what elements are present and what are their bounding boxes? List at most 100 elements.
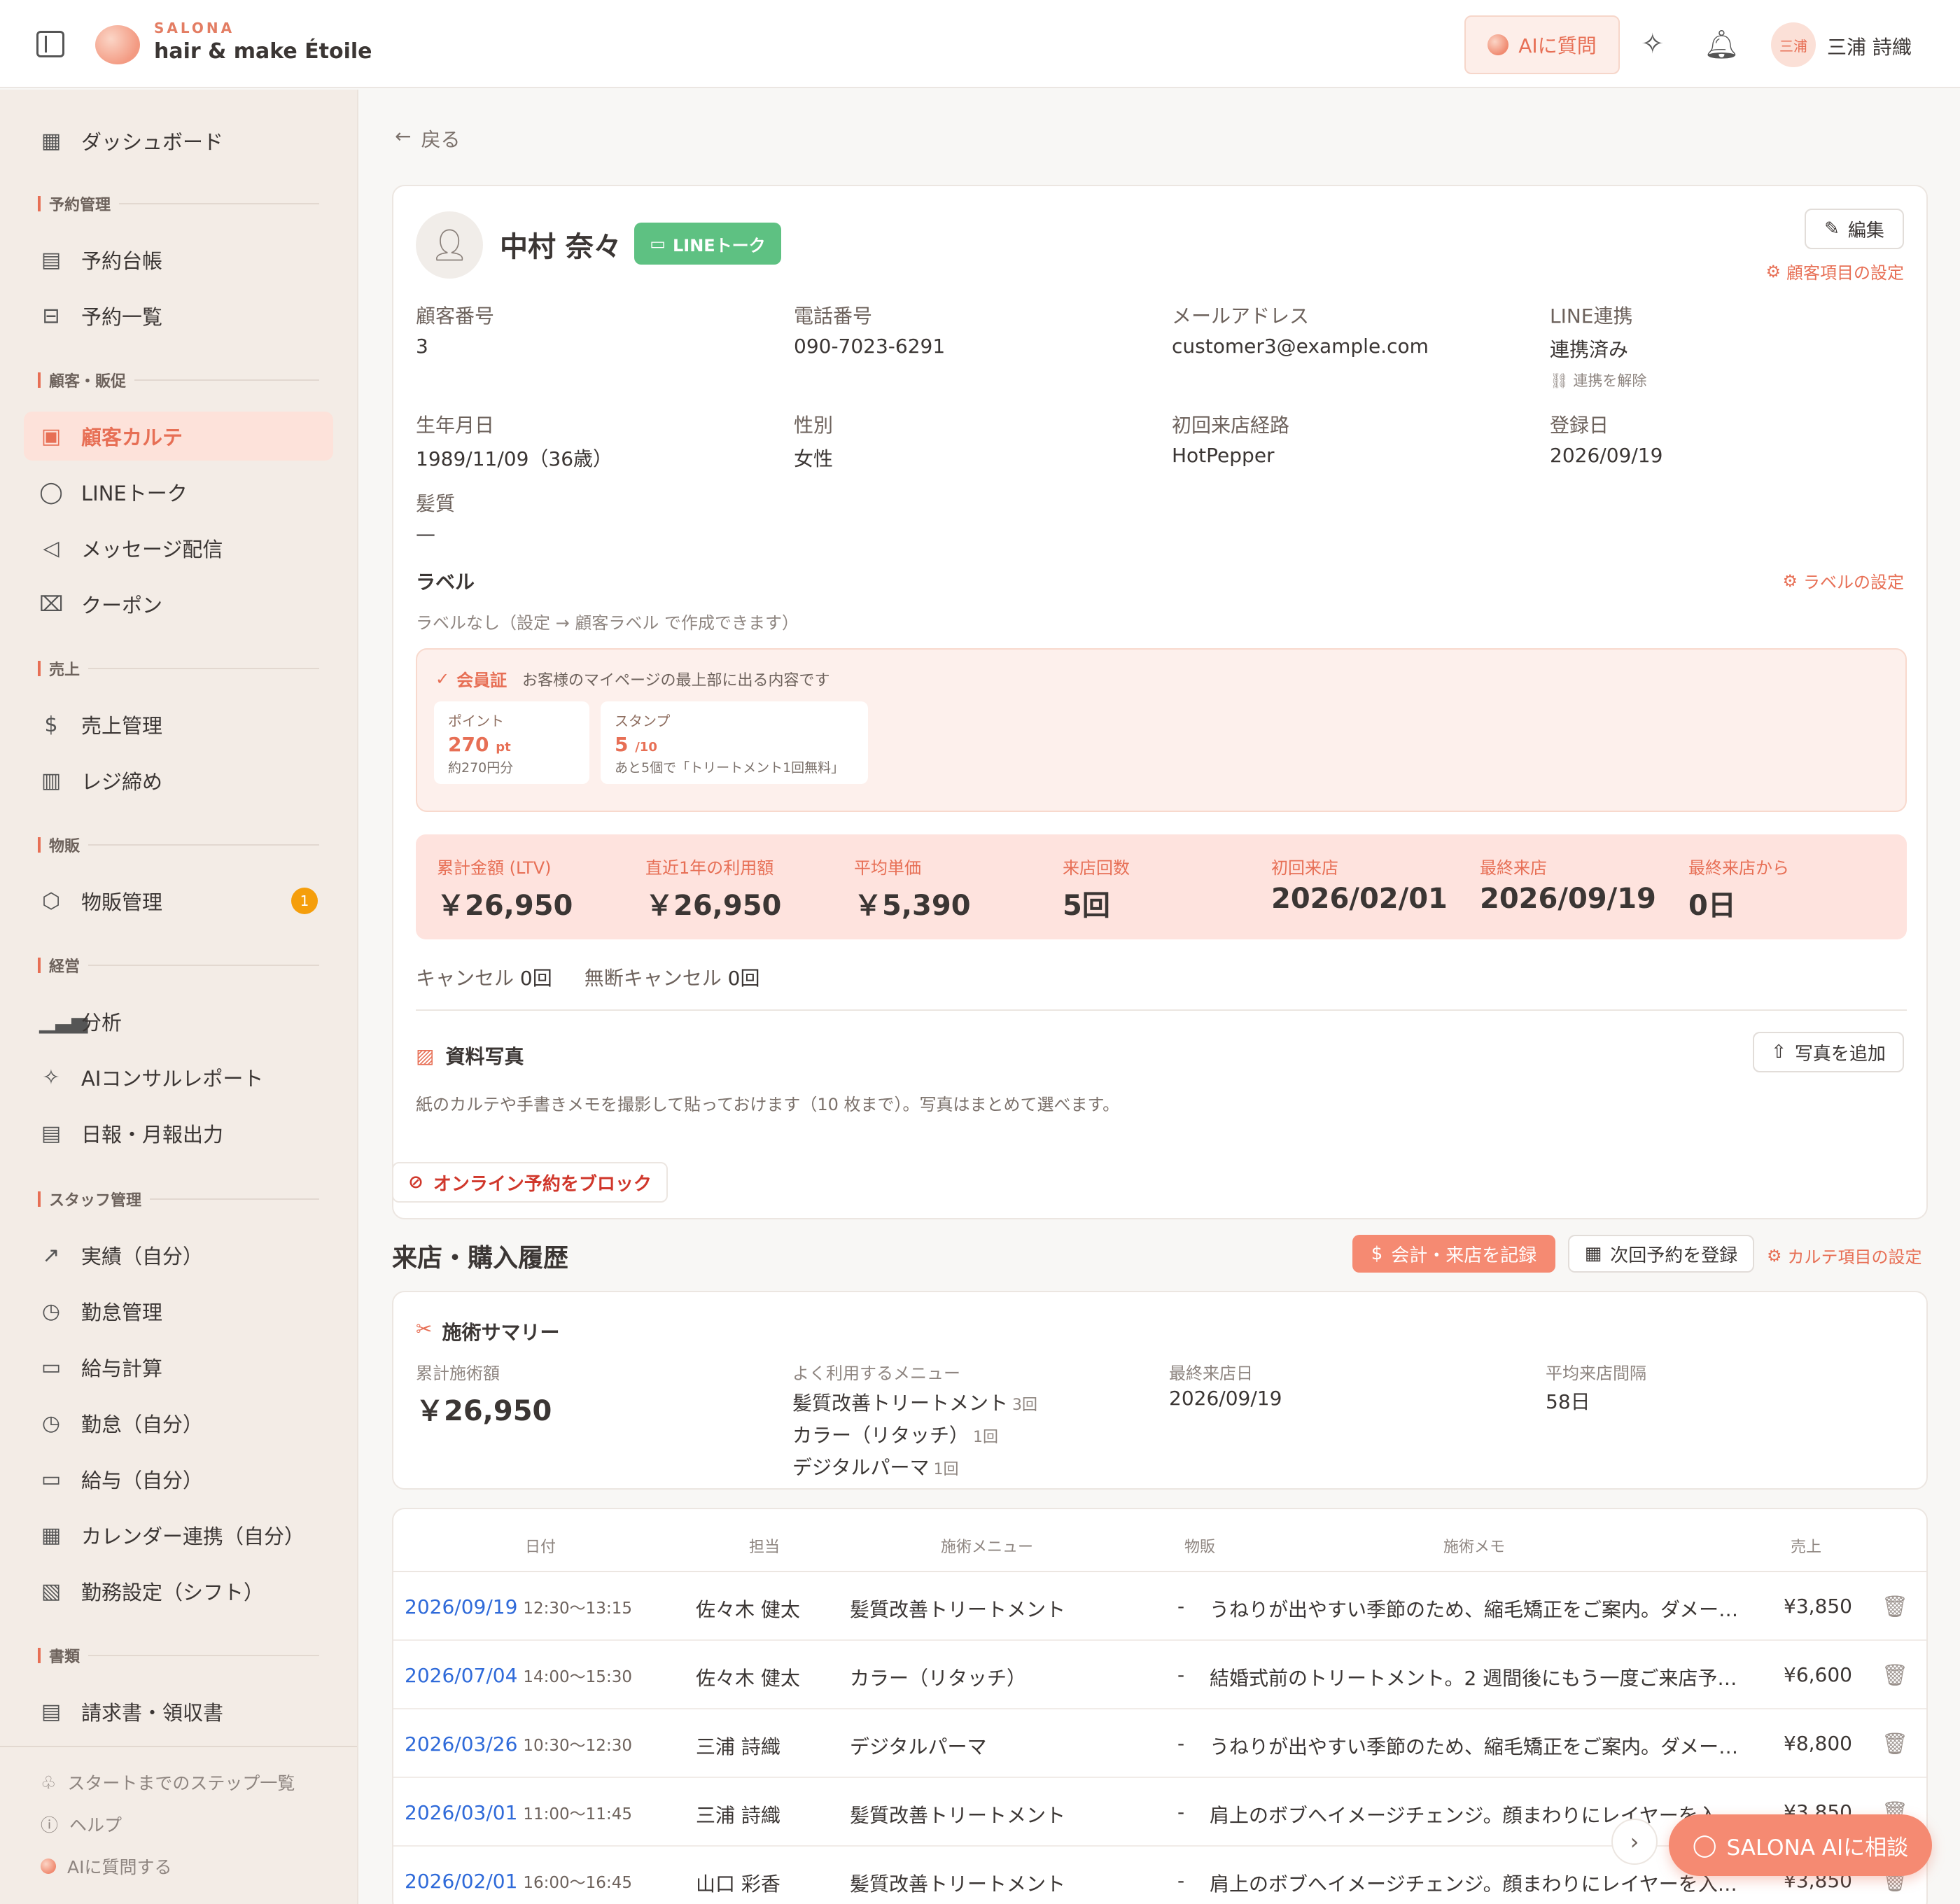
sidebar-item-label: 給与（自分）: [81, 1469, 204, 1492]
sidebar-item-customer-karte[interactable]: ▣ 顧客カルテ: [24, 412, 333, 461]
sidebar-item-payroll[interactable]: ▭ 給与計算: [24, 1343, 333, 1392]
sparkles-icon[interactable]: ✧: [1641, 28, 1665, 60]
block-online-reservation-button[interactable]: ⊘ オンライン予約をブロック: [392, 1162, 668, 1203]
row-sales: ¥8,800: [1784, 1732, 1852, 1755]
membership-desc: お客様のマイページの最上部に出る内容です: [522, 672, 830, 690]
sidebar-item-work-settings[interactable]: ▧ 勤務設定（シフト）: [24, 1567, 333, 1616]
trash-icon[interactable]: 🗑︎: [1882, 1595, 1908, 1619]
bell-icon[interactable]: 🔔︎: [1704, 28, 1740, 61]
table-row[interactable]: 2026/03/26 10:30〜12:30 三浦 詩織 デジタルパーマ - うね…: [393, 1709, 1926, 1778]
photo-desc: 紙のカルテや手書きメモを撮影して貼っておけます（10 枚まで）。写真はまとめて選…: [416, 1095, 1120, 1114]
column-header-date: 日付: [525, 1539, 556, 1556]
karte-settings-link[interactable]: ⚙ カルテ項目の設定: [1767, 1243, 1922, 1268]
row-date-link[interactable]: 2026/09/19 12:30〜13:15: [405, 1595, 632, 1618]
sidebar-item-line-talk[interactable]: ◯ LINEトーク: [24, 468, 333, 517]
sidebar-item-daily-report[interactable]: ▤ 日報・月報出力: [24, 1109, 333, 1158]
add-photo-button[interactable]: ⇧ 写真を追加: [1753, 1032, 1904, 1072]
sidebar-footer-ask-ai[interactable]: AIに質問する: [41, 1854, 172, 1879]
sidebar-item-label: 給与計算: [81, 1357, 163, 1380]
sidebar-item-label: カレンダー連携（自分）: [81, 1525, 305, 1548]
sidebar-item-sales-mgmt[interactable]: $ 売上管理: [24, 700, 333, 749]
sidebar-item-message[interactable]: ◁ メッセージ配信: [24, 524, 333, 573]
clipboard-icon: ▣: [41, 424, 62, 449]
field-phone: 電話番号 090-7023-6291: [794, 304, 946, 358]
sidebar-item-ai-report[interactable]: ✧ AIコンサルレポート: [24, 1053, 333, 1102]
row-goods: -: [1177, 1800, 1185, 1823]
row-date-link[interactable]: 2026/03/01 11:00〜11:45: [405, 1800, 632, 1824]
sidebar-item-label: 分析: [81, 1011, 122, 1035]
sidebar-section-staff: スタッフ管理: [38, 1189, 319, 1210]
trash-icon[interactable]: 🗑︎: [1882, 1663, 1908, 1688]
sidebar-item-label: AIコンサルレポート: [81, 1067, 264, 1091]
sidebar-item-calendar-sync[interactable]: ▦ カレンダー連携（自分）: [24, 1511, 333, 1560]
menu-item: カラー（リタッチ） 1回: [792, 1424, 999, 1447]
history-title: 来店・購入履歴: [392, 1244, 569, 1273]
ai-ask-button[interactable]: AIに質問: [1464, 15, 1620, 74]
chat-bubble-icon: ▭: [650, 234, 666, 253]
sidebar-item-invoice[interactable]: ▤ 請求書・領収書: [24, 1687, 333, 1736]
row-menu: 髪質改善トリートメント: [850, 1598, 1066, 1621]
ai-orb-icon: [1488, 34, 1509, 55]
sidebar-item-analysis[interactable]: ▁▃▅ 分析: [24, 997, 333, 1046]
sidebar-item-label: 予約一覧: [81, 305, 163, 329]
sidebar-item-my-attendance[interactable]: ◷ 勤怠（自分）: [24, 1399, 333, 1448]
sidebar-item-label: メッセージ配信: [81, 538, 223, 561]
customer-stats: 累計金額 (LTV) ￥26,950 直近1年の利用額 ￥26,950 平均単価…: [416, 834, 1907, 939]
scissors-icon: ✂: [416, 1317, 433, 1340]
sidebar-item-reservation-list[interactable]: ⊟ 予約一覧: [24, 291, 333, 340]
edit-button[interactable]: ✎ 編集: [1805, 209, 1904, 249]
row-menu: 髪質改善トリートメント: [850, 1804, 1066, 1827]
record-visit-button[interactable]: $ 会計・来店を記録: [1352, 1235, 1555, 1273]
photo-section-title: ▨ 資料写真: [416, 1044, 524, 1069]
avatar[interactable]: 三浦: [1771, 22, 1816, 67]
sidebar-item-goods-mgmt[interactable]: ⬡ 物販管理 1: [24, 876, 333, 925]
label-settings-link[interactable]: ⚙ ラベルの設定: [1782, 568, 1904, 593]
customer-field-settings-link[interactable]: ⚙ 顧客項目の設定: [1765, 259, 1904, 284]
sparkles-icon: ✧: [42, 1065, 60, 1090]
sidebar-item-label: 物販管理: [81, 890, 163, 914]
sidebar-item-label: 勤怠管理: [81, 1301, 163, 1324]
sidebar-item-coupon[interactable]: ⌧ クーポン: [24, 580, 333, 629]
trash-icon[interactable]: 🗑︎: [1882, 1732, 1908, 1756]
sidebar-item-reservation-book[interactable]: ▤ 予約台帳: [24, 235, 333, 284]
customer-profile-card: 👤︎ 中村 奈々 ▭ LINEトーク ✎ 編集 ⚙ 顧客項目の設定 顧客番号 3…: [392, 185, 1928, 1219]
sidebar-footer: [0, 1746, 357, 1747]
divider: [416, 1009, 1907, 1011]
menu-item: デジタルパーマ 1回: [792, 1456, 959, 1479]
grid-icon: ▦: [41, 128, 62, 153]
top-bar: SALONA hair & make Étoile AIに質問 ✧ 🔔︎ 三浦 …: [0, 0, 1960, 88]
user-name[interactable]: 三浦 詩織: [1827, 32, 1912, 60]
sidebar-toggle-icon[interactable]: [36, 31, 64, 57]
row-date-link[interactable]: 2026/02/01 16:00〜16:45: [405, 1869, 632, 1893]
row-date-link[interactable]: 2026/07/04 14:00〜15:30: [405, 1663, 632, 1687]
stat-last-year: 直近1年の利用額 ￥26,950: [645, 858, 782, 922]
sidebar-item-label: ダッシュボード: [81, 130, 224, 154]
sidebar-footer-steps[interactable]: ♧ スタートまでのステップ一覧: [41, 1770, 295, 1795]
chevron-right-icon[interactable]: ›: [1611, 1819, 1658, 1865]
line-talk-button[interactable]: ▭ LINEトーク: [634, 223, 781, 265]
sidebar-item-register-close[interactable]: ▥ レジ締め: [24, 756, 333, 805]
gear-icon: ⚙: [1782, 570, 1798, 591]
wallet-icon: ▭: [41, 1354, 62, 1380]
back-link[interactable]: ← 戻る: [395, 125, 460, 153]
sidebar-item-results[interactable]: ↗ 実績（自分）: [24, 1231, 333, 1280]
sidebar-item-dashboard[interactable]: ▦ ダッシュボード: [24, 116, 333, 165]
sidebar-item-attendance-mgmt[interactable]: ◷ 勤怠管理: [24, 1287, 333, 1336]
sidebar-footer-help[interactable]: ⓘ ヘルプ: [41, 1812, 122, 1837]
next-reservation-button[interactable]: ▦ 次回予約を登録: [1568, 1235, 1754, 1273]
document-check-icon: ▤: [41, 1699, 62, 1724]
row-memo: うねりが出やすい季節のため、縮毛矯正をご案内。ダメー…: [1210, 1735, 1739, 1758]
sidebar-item-my-salary[interactable]: ▭ 給与（自分）: [24, 1455, 333, 1504]
stat-average: 平均単価 ￥5,390: [854, 858, 971, 922]
ai-consult-button[interactable]: ◯ SALONA AIに相談: [1669, 1814, 1932, 1876]
row-date-link[interactable]: 2026/03/26 10:30〜12:30: [405, 1732, 632, 1756]
summary-interval: 平均来店間隔 58日: [1546, 1364, 1646, 1413]
line-unlink-link[interactable]: ⛓ 連携を解除: [1550, 370, 1646, 391]
brand-small-label: SALONA: [154, 20, 235, 36]
wallet-icon: ▭: [41, 1466, 62, 1492]
table-row[interactable]: 2026/07/04 14:00〜15:30 佐々木 健太 カラー（リタッチ） -…: [393, 1641, 1926, 1709]
stamp-tile: スタンプ 5 /10 あと5個で「トリートメント1回無料」: [601, 701, 868, 784]
table-row[interactable]: 2026/09/19 12:30〜13:15 佐々木 健太 髪質改善トリートメント…: [393, 1572, 1926, 1641]
help-icon: ⓘ: [41, 1815, 59, 1835]
row-menu: カラー（リタッチ）: [850, 1667, 1027, 1690]
